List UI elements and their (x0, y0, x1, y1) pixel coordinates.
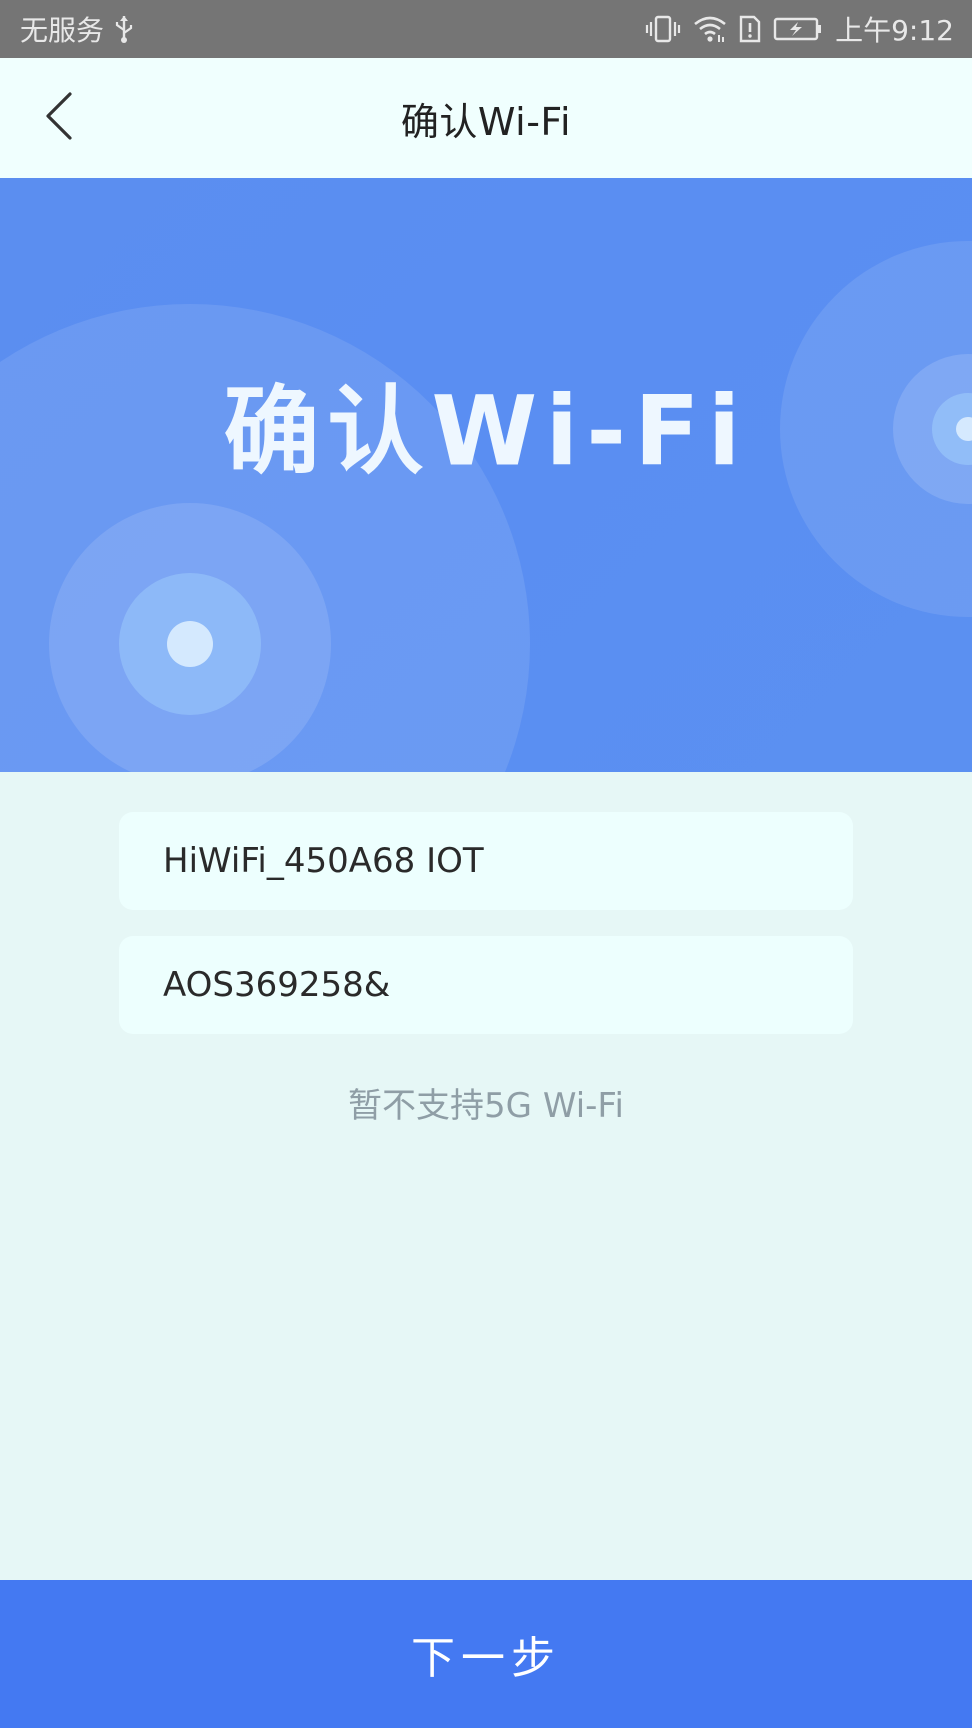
usb-icon (114, 14, 134, 44)
sim-alert-icon (739, 15, 761, 43)
next-button[interactable]: 下一步 (0, 1580, 972, 1728)
app-header: 确认Wi-Fi (0, 58, 972, 178)
banner-title: 确认Wi-Fi (223, 375, 749, 488)
back-button[interactable] (24, 83, 94, 153)
status-bar: 无服务 上午9:12 (0, 0, 972, 58)
5g-unsupported-notice: 暂不支持5G Wi-Fi (348, 1086, 624, 1126)
wifi-icon (693, 15, 727, 43)
status-left: 无服务 (20, 0, 134, 58)
wifi-password-field[interactable]: AOS369258& (119, 936, 853, 1034)
carrier-text: 无服务 (20, 14, 105, 47)
status-right: 上午9:12 (645, 0, 954, 58)
battery-charging-icon (773, 16, 823, 42)
hero-banner: 确认Wi-Fi (0, 178, 972, 772)
clock-text: 上午9:12 (835, 14, 954, 47)
vibrate-icon (645, 15, 681, 43)
wifi-ssid-field[interactable]: HiWiFi_450A68 IOT (119, 812, 853, 910)
chevron-left-icon (42, 90, 76, 146)
page-title: 确认Wi-Fi (400, 99, 572, 144)
